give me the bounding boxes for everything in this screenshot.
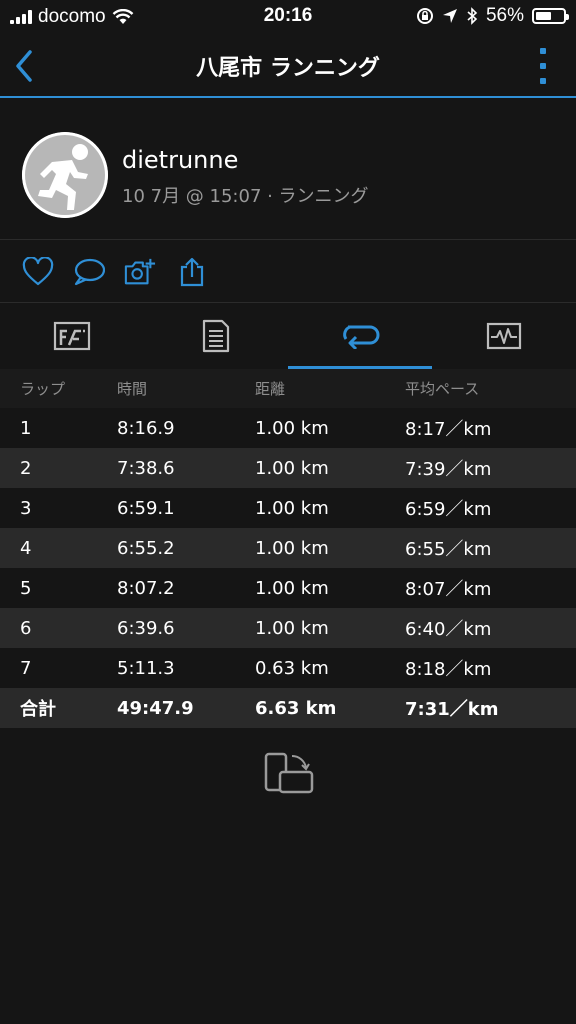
charts-icon — [486, 322, 522, 350]
lap-pace: 6:55／km — [405, 539, 492, 560]
lap-distance: 1.00 km — [255, 457, 329, 479]
battery-icon — [532, 8, 569, 24]
lap-number: 5 — [20, 577, 32, 599]
lap-distance: 1.00 km — [255, 577, 329, 599]
tab-laps[interactable] — [288, 303, 432, 369]
tab-overview[interactable] — [0, 303, 144, 369]
lap-distance: 1.00 km — [255, 417, 329, 439]
laps-table: ラップ 時間 距離 平均ペース 1 8:16.9 1.00 km 8:17／km… — [0, 369, 576, 728]
status-bar: docomo 20:16 56% — [0, 0, 576, 34]
lap-time: 6:55.2 — [117, 537, 175, 559]
action-bar — [0, 241, 576, 303]
table-row: 2 7:38.6 1.00 km 7:39／km — [0, 448, 576, 488]
table-row: 4 6:55.2 1.00 km 6:55／km — [0, 528, 576, 568]
lap-pace: 8:17／km — [405, 419, 492, 440]
lap-time: 8:16.9 — [117, 417, 175, 439]
table-row: 3 6:59.1 1.00 km 6:59／km — [0, 488, 576, 528]
table-row: 6 6:39.6 1.00 km 6:40／km — [0, 608, 576, 648]
lap-number: 4 — [20, 537, 32, 559]
total-pace: 7:31／km — [405, 699, 499, 720]
nav-bar: 八尾市 ランニング — [0, 34, 576, 98]
runner-avatar-icon — [22, 132, 108, 218]
add-photo-icon[interactable] — [124, 257, 156, 287]
more-menu-icon[interactable] — [538, 48, 548, 84]
battery-fill — [536, 12, 551, 20]
details-icon — [202, 319, 230, 353]
header-distance: 距離 — [255, 380, 286, 398]
lap-pace: 6:40／km — [405, 619, 492, 640]
tab-charts[interactable] — [432, 303, 576, 369]
lap-time: 6:39.6 — [117, 617, 175, 639]
orientation-lock-icon — [416, 8, 433, 24]
header-avg-pace: 平均ペース — [405, 380, 480, 398]
lap-pace: 8:18／km — [405, 659, 492, 680]
rotate-screen-icon[interactable] — [262, 750, 316, 800]
battery-percent: 56% — [485, 5, 524, 26]
lap-number: 1 — [20, 417, 32, 439]
table-header: ラップ 時間 距離 平均ペース — [0, 369, 576, 408]
lap-time: 8:07.2 — [117, 577, 175, 599]
lap-pace: 6:59／km — [405, 499, 492, 520]
lap-distance: 1.00 km — [255, 497, 329, 519]
total-time: 49:47.9 — [117, 697, 194, 719]
tab-bar — [0, 303, 576, 369]
activity-subtitle: 10 7月 @ 15:07 · ランニング — [122, 186, 369, 207]
lap-distance: 1.00 km — [255, 537, 329, 559]
share-icon[interactable] — [176, 257, 208, 287]
avatar[interactable] — [22, 132, 108, 218]
tab-details[interactable] — [144, 303, 288, 369]
lap-time: 6:59.1 — [117, 497, 175, 519]
overview-icon — [53, 321, 91, 351]
status-right: 56% — [416, 5, 569, 27]
comment-icon[interactable] — [73, 257, 105, 287]
total-label: 合計 — [20, 699, 56, 720]
laps-icon — [343, 325, 380, 349]
lap-number: 6 — [20, 617, 32, 639]
lap-pace: 8:07／km — [405, 579, 492, 600]
activity-header: dietrunne 10 7月 @ 15:07 · ランニング — [0, 100, 576, 240]
lap-number: 3 — [20, 497, 32, 519]
lap-distance: 0.63 km — [255, 657, 329, 679]
location-icon — [442, 9, 457, 23]
total-row: 合計 49:47.9 6.63 km 7:31／km — [0, 688, 576, 728]
lap-time: 5:11.3 — [117, 657, 175, 679]
bluetooth-icon — [467, 7, 478, 25]
lap-distance: 1.00 km — [255, 617, 329, 639]
header-lap: ラップ — [20, 380, 66, 398]
lap-pace: 7:39／km — [405, 459, 492, 480]
table-row: 1 8:16.9 1.00 km 8:17／km — [0, 408, 576, 448]
lap-time: 7:38.6 — [117, 457, 175, 479]
username[interactable]: dietrunne — [122, 146, 238, 174]
total-distance: 6.63 km — [255, 697, 337, 719]
heart-icon[interactable] — [22, 257, 54, 287]
table-row: 5 8:07.2 1.00 km 8:07／km — [0, 568, 576, 608]
lap-number: 2 — [20, 457, 32, 479]
header-time: 時間 — [117, 380, 148, 398]
table-row: 7 5:11.3 0.63 km 8:18／km — [0, 648, 576, 688]
lap-number: 7 — [20, 657, 32, 679]
page-title: 八尾市 ランニング — [196, 56, 380, 81]
